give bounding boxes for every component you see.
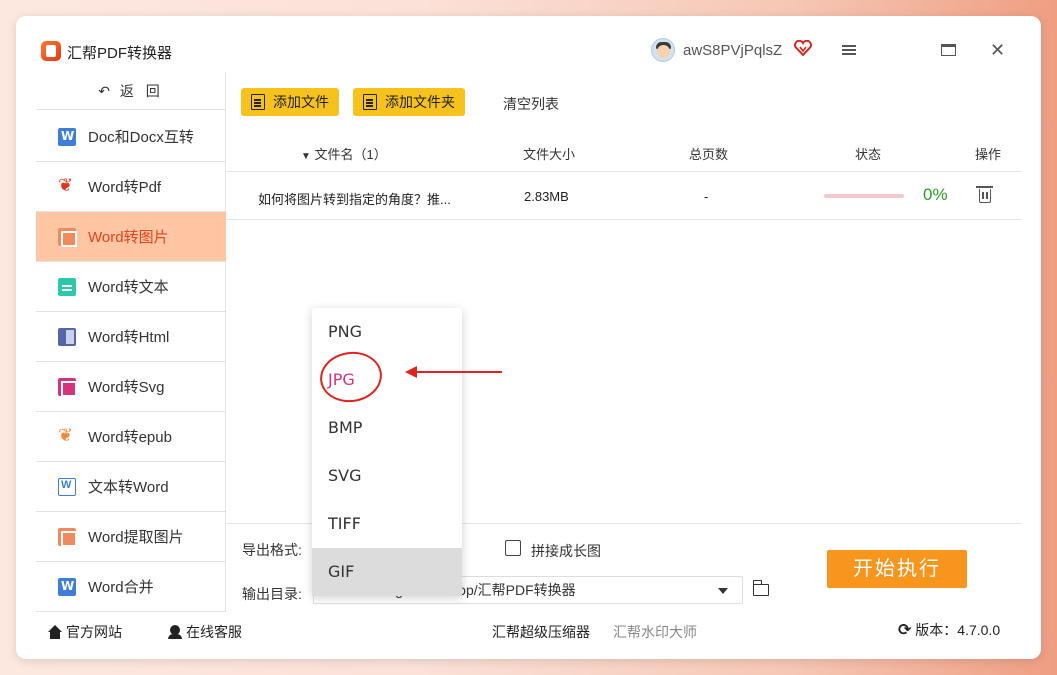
epub-icon: [58, 425, 76, 446]
col-size-header: 文件大小: [523, 147, 576, 162]
add-file-button[interactable]: 添加文件: [241, 88, 339, 116]
col-pages-header: 总页数: [689, 147, 729, 162]
version-label: 版本：4.7.0.0: [915, 622, 1001, 638]
back-label: 返 回: [119, 83, 164, 99]
file-table-header: ▼ 文件名（1） 文件大小 总页数 状态 操作: [227, 140, 1021, 172]
sidebar-item-label: Doc和Docx互转: [88, 129, 194, 146]
format-option-png[interactable]: PNG: [312, 308, 462, 356]
table-row[interactable]: 如何将图片转到指定的角度？推... 2.83MB - 0%: [227, 173, 1021, 220]
sidebar-item-text-word[interactable]: 文本转Word: [36, 462, 226, 512]
maximize-icon[interactable]: [941, 44, 956, 56]
title-bar: 汇帮PDF转换器 awS8PVjPqlsZ ✕: [16, 16, 1041, 72]
output-dir-label: 输出目录:: [242, 586, 302, 602]
file-name: 如何将图片转到指定的角度？推...: [258, 192, 451, 207]
format-label: 导出格式:: [242, 542, 302, 558]
sort-down-icon: ▼: [301, 151, 311, 162]
app-logo-icon: [41, 41, 61, 61]
sidebar-item-label: 文本转Word: [88, 479, 169, 496]
sidebar-item-extract-images[interactable]: Word提取图片: [36, 512, 226, 562]
col-action-header: 操作: [975, 147, 1002, 162]
sidebar-item-label: Word转Pdf: [88, 179, 162, 196]
sidebar-item-label: Word转Svg: [88, 379, 165, 396]
sidebar-item-label: Word提取图片: [88, 529, 184, 546]
back-button[interactable]: ↶ 返 回: [36, 72, 226, 110]
close-icon[interactable]: ✕: [990, 41, 1005, 59]
format-option-gif[interactable]: GIF: [312, 548, 462, 596]
merge-long-image-checkbox[interactable]: [505, 540, 521, 556]
add-file-label: 添加文件: [273, 94, 329, 110]
sidebar-item-word-html[interactable]: Word转Html: [36, 312, 226, 362]
avatar[interactable]: [651, 38, 675, 62]
pdf-icon: [58, 175, 76, 196]
clear-list-button[interactable]: 清空列表: [503, 94, 559, 114]
col-name-label: 文件名（1）: [314, 147, 387, 162]
vip-heart-icon[interactable]: [794, 40, 812, 56]
format-option-svg[interactable]: SVG: [312, 452, 462, 500]
sidebar-item-label: Word转文本: [88, 279, 169, 296]
username[interactable]: awS8PVjPqlsZ: [683, 42, 782, 59]
file-size: 2.83MB: [524, 189, 569, 204]
format-option-bmp[interactable]: BMP: [312, 404, 462, 452]
sidebar-item-label: Word转图片: [88, 229, 169, 246]
support-link[interactable]: 在线客服: [168, 622, 242, 642]
sidebar-item-word-epub[interactable]: Word转epub: [36, 412, 226, 462]
chevron-down-icon: [718, 588, 728, 594]
sidebar-item-doc-docx[interactable]: Doc和Docx互转: [36, 112, 226, 162]
svg-icon: [58, 377, 77, 397]
file-icon: [251, 94, 265, 110]
text-icon: [58, 277, 76, 296]
home-icon: [48, 625, 62, 639]
sidebar-item-word-pdf[interactable]: Word转Pdf: [36, 162, 226, 212]
word-outline-icon: [58, 477, 76, 496]
col-status-header: 状态: [855, 147, 882, 162]
format-option-tiff[interactable]: TIFF: [312, 500, 462, 548]
sidebar-item-label: Word合并: [88, 579, 154, 596]
support-label: 在线客服: [186, 624, 242, 640]
word-icon: [58, 577, 76, 596]
folder-open-icon[interactable]: [752, 580, 769, 596]
sidebar-item-label: Word转Html: [88, 329, 170, 346]
word-icon: [58, 127, 76, 146]
watermark-link[interactable]: 汇帮水印大师: [613, 622, 697, 642]
app-window: 汇帮PDF转换器 awS8PVjPqlsZ ✕ ↶ 返 回 Doc和Docx互转 …: [16, 16, 1041, 659]
sidebar-item-word-text[interactable]: Word转文本: [36, 262, 226, 312]
compressor-link[interactable]: 汇帮超级压缩器: [492, 622, 590, 642]
folder-add-icon: [363, 94, 377, 110]
app-title: 汇帮PDF转换器: [67, 45, 173, 62]
sidebar-item-word-merge[interactable]: Word合并: [36, 562, 226, 612]
progress-percent: 0%: [923, 185, 948, 204]
sidebar: ↶ 返 回 Doc和Docx互转 Word转Pdf Word转图片 Word转文本…: [36, 72, 226, 612]
customer-service-icon: [168, 625, 182, 639]
website-link[interactable]: 官方网站: [48, 622, 122, 642]
trash-icon[interactable]: [976, 186, 993, 203]
annotation-arrow-line: [412, 371, 502, 373]
col-name-header[interactable]: ▼ 文件名（1）: [301, 144, 387, 163]
image-icon: [58, 227, 77, 247]
image-icon: [58, 527, 77, 547]
back-arrow-icon: ↶: [98, 83, 114, 99]
menu-icon[interactable]: [842, 45, 856, 55]
merge-long-image-label[interactable]: 拼接成长图: [531, 541, 601, 561]
format-dropdown[interactable]: PNG JPG BMP SVG TIFF GIF: [312, 308, 462, 596]
html-icon: [58, 327, 76, 346]
version-info[interactable]: ⟳ 版本：4.7.0.0: [898, 620, 1000, 640]
website-label: 官方网站: [66, 624, 122, 640]
footer: 官方网站 在线客服 汇帮超级压缩器 汇帮水印大师 ⟳ 版本：4.7.0.0: [36, 613, 1021, 647]
start-button[interactable]: 开始执行: [827, 550, 967, 588]
progress-bar: [824, 194, 904, 198]
file-pages: -: [704, 189, 709, 204]
sidebar-item-label: Word转epub: [88, 429, 172, 446]
add-folder-button[interactable]: 添加文件夹: [353, 88, 465, 116]
sidebar-item-word-svg[interactable]: Word转Svg: [36, 362, 226, 412]
sidebar-item-word-image[interactable]: Word转图片: [36, 212, 226, 262]
refresh-icon: ⟳: [898, 622, 912, 639]
add-folder-label: 添加文件夹: [385, 94, 455, 110]
sidebar-nav: Doc和Docx互转 Word转Pdf Word转图片 Word转文本 Word…: [36, 112, 226, 612]
